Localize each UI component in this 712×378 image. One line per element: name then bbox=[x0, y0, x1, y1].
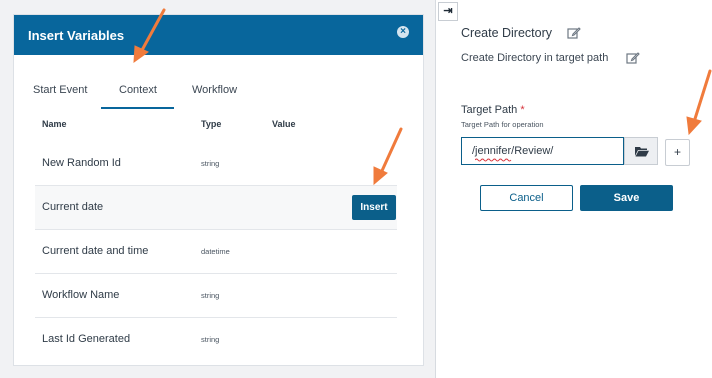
folder-open-icon bbox=[635, 147, 649, 157]
variable-name: Current date bbox=[42, 201, 104, 213]
variable-row[interactable]: Workflow Name string bbox=[35, 274, 397, 318]
edit-icon[interactable] bbox=[567, 26, 581, 40]
step-description: Create Directory in target path bbox=[461, 52, 609, 64]
variable-name: Workflow Name bbox=[42, 289, 120, 301]
variable-type: string bbox=[201, 159, 220, 168]
variable-row[interactable]: Current date Insert bbox=[35, 186, 397, 230]
variable-name: Current date and time bbox=[42, 245, 149, 257]
cancel-button[interactable]: Cancel bbox=[480, 185, 573, 211]
column-header-value: Value bbox=[272, 119, 296, 129]
step-title: Create Directory bbox=[461, 26, 552, 40]
target-path-label: Target Path * bbox=[461, 104, 525, 116]
add-path-button[interactable]: + bbox=[665, 139, 690, 166]
variable-row[interactable]: Current date and time datetime bbox=[35, 230, 397, 274]
variable-name: Last Id Generated bbox=[42, 333, 131, 345]
save-button[interactable]: Save bbox=[580, 185, 673, 211]
browse-folder-button[interactable] bbox=[624, 137, 658, 165]
target-path-help: Target Path for operation bbox=[461, 120, 544, 129]
tab-workflow[interactable]: Workflow bbox=[192, 84, 237, 96]
panel-title: Insert Variables bbox=[28, 28, 125, 43]
edit-icon[interactable] bbox=[626, 51, 640, 65]
close-icon[interactable]: × bbox=[397, 26, 409, 38]
required-mark: * bbox=[520, 104, 525, 116]
tab-start-event[interactable]: Start Event bbox=[33, 84, 87, 96]
tab-bar: Start Event Context Workflow bbox=[14, 55, 423, 111]
target-path-label-text: Target Path bbox=[461, 104, 518, 116]
variable-type: datetime bbox=[201, 247, 230, 256]
insert-variables-panel: Insert Variables × Start Event Context W… bbox=[13, 14, 424, 366]
panel-header: Insert Variables × bbox=[14, 15, 423, 55]
variable-name: New Random Id bbox=[42, 157, 121, 169]
collapse-right-icon[interactable]: ⇥ bbox=[438, 2, 458, 21]
column-header-name: Name bbox=[42, 119, 67, 129]
active-tab-indicator bbox=[101, 107, 174, 109]
column-header-type: Type bbox=[201, 119, 222, 129]
variable-type: string bbox=[201, 291, 220, 300]
variable-row[interactable]: New Random Id string bbox=[35, 142, 397, 186]
tab-context[interactable]: Context bbox=[119, 84, 157, 96]
spellcheck-underline bbox=[475, 158, 512, 162]
variable-type: string bbox=[201, 335, 220, 344]
variable-row[interactable]: Last Id Generated string bbox=[35, 318, 397, 362]
insert-button[interactable]: Insert bbox=[352, 195, 396, 220]
